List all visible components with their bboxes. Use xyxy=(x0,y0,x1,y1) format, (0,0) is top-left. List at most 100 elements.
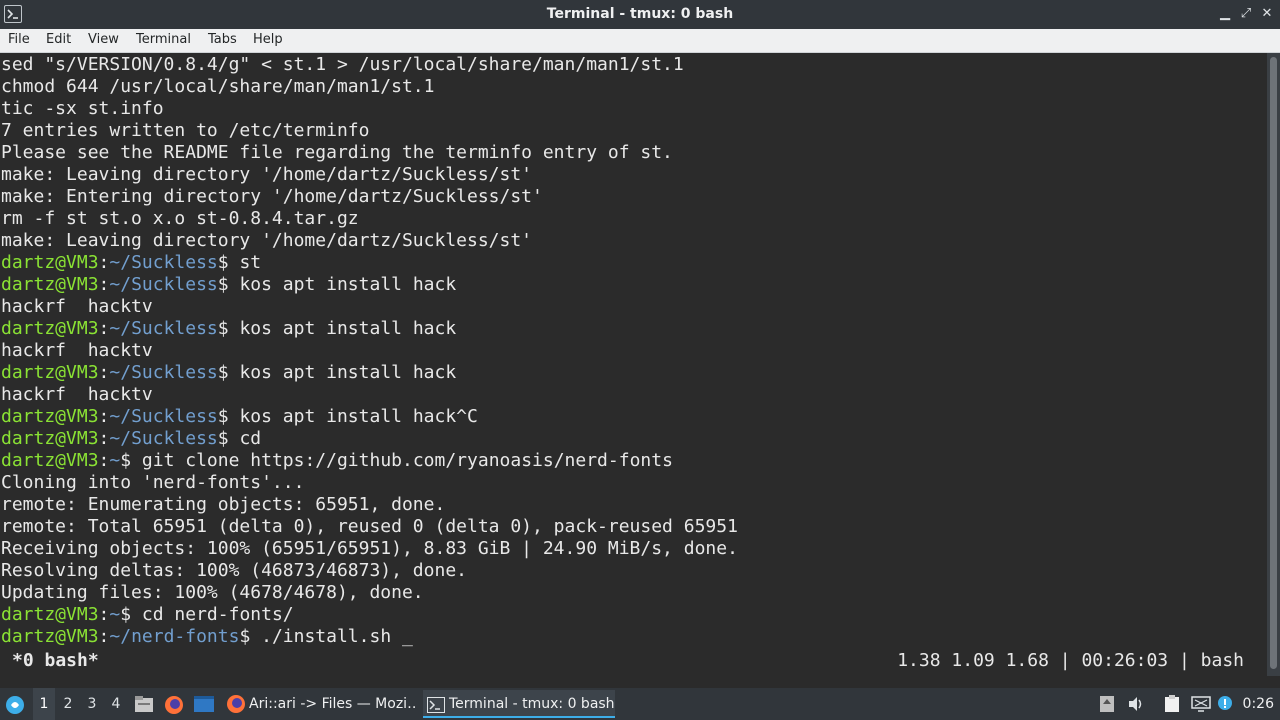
prompt-user: dartz@VM3 xyxy=(1,626,99,647)
terminal-output-line: Receiving objects: 100% (65951/65951), 8… xyxy=(1,538,738,559)
prompt-path: ~/Suckless xyxy=(109,252,218,273)
prompt-path: ~ xyxy=(109,450,121,471)
tmux-status-bar: *0 bash* 1.38 1.09 1.68 | 00:26:03 | bas… xyxy=(0,650,1267,672)
prompt-command: $ st xyxy=(217,252,262,273)
minimize-icon[interactable]: ▁ xyxy=(1216,5,1234,23)
prompt-path: ~/Suckless xyxy=(109,428,218,449)
volume-icon[interactable] xyxy=(1127,695,1145,717)
terminal-output-line: remote: Enumerating objects: 65951, done… xyxy=(1,494,446,515)
tmux-status-right: 1.38 1.09 1.68 | 00:26:03 | bash xyxy=(897,650,1244,671)
task-terminal[interactable]: Terminal - tmux: 0 bash xyxy=(423,690,615,718)
terminal-output-line: Please see the README file regarding the… xyxy=(1,142,673,163)
menu-tabs[interactable]: Tabs xyxy=(208,32,237,47)
menu-file[interactable]: File xyxy=(8,32,30,47)
prompt-command: $ cd nerd-fonts/ xyxy=(120,604,294,625)
terminal-icon xyxy=(427,695,445,716)
prompt-command: $ git clone https://github.com/ryanoasis… xyxy=(120,450,673,471)
prompt-command: $ ./install.sh _ xyxy=(239,626,413,647)
window-icon[interactable] xyxy=(193,695,215,717)
menu-bar: File Edit View Terminal Tabs Help xyxy=(0,29,1280,53)
clock[interactable]: 0:26 xyxy=(1243,688,1274,720)
terminal-prompt-line: dartz@VM3:~/Suckless$ kos apt install ha… xyxy=(1,406,478,428)
prompt-user: dartz@VM3 xyxy=(1,406,99,427)
prompt-command: $ kos apt install hack xyxy=(217,318,457,339)
prompt-path: ~/Suckless xyxy=(109,362,218,383)
prompt-command: $ cd xyxy=(217,428,262,449)
terminal-output-line: rm -f st st.o x.o st-0.8.4.tar.gz xyxy=(1,208,359,229)
terminal-output-line: Resolving deltas: 100% (46873/46873), do… xyxy=(1,560,467,581)
app-menu-icon[interactable] xyxy=(5,695,25,719)
notification-icon[interactable] xyxy=(1217,695,1233,717)
prompt-path: ~/nerd-fonts xyxy=(109,626,240,647)
terminal-output-line: Updating files: 100% (4678/4678), done. xyxy=(1,582,424,603)
prompt-separator: : xyxy=(98,450,110,471)
workspace-3[interactable]: 3 xyxy=(81,688,103,720)
terminal-output-line: remote: Total 65951 (delta 0), reused 0 … xyxy=(1,516,738,537)
menu-view[interactable]: View xyxy=(88,32,119,47)
prompt-user: dartz@VM3 xyxy=(1,428,99,449)
task-firefox[interactable]: Ari::ari -> Files — Mozi… xyxy=(222,690,418,718)
maximize-icon[interactable]: ⤢ xyxy=(1237,5,1255,23)
prompt-separator: : xyxy=(98,318,110,339)
prompt-separator: : xyxy=(98,406,110,427)
prompt-user: dartz@VM3 xyxy=(1,318,99,339)
prompt-separator: : xyxy=(98,362,110,383)
window-title: Terminal - tmux: 0 bash xyxy=(546,6,734,22)
prompt-user: dartz@VM3 xyxy=(1,252,99,273)
terminal-prompt-line: dartz@VM3:~$ git clone https://github.co… xyxy=(1,450,673,472)
menu-edit[interactable]: Edit xyxy=(46,32,71,47)
prompt-separator: : xyxy=(98,604,110,625)
prompt-path: ~/Suckless xyxy=(109,318,218,339)
terminal-prompt-line: dartz@VM3:~/Suckless$ kos apt install ha… xyxy=(1,318,456,340)
terminal-output[interactable]: sed "s/VERSION/0.8.4/g" < st.1 > /usr/lo… xyxy=(0,53,1267,676)
terminal-output-line: hackrf hacktv xyxy=(1,384,153,405)
close-icon[interactable]: ✕ xyxy=(1258,5,1276,23)
window-titlebar[interactable]: Terminal - tmux: 0 bash ▁ ⤢ ✕ xyxy=(0,0,1280,30)
prompt-separator: : xyxy=(98,428,110,449)
terminal-prompt-line: dartz@VM3:~/Suckless$ kos apt install ha… xyxy=(1,274,456,296)
prompt-separator: : xyxy=(98,274,110,295)
menu-terminal[interactable]: Terminal xyxy=(136,32,191,47)
prompt-command: $ kos apt install hack xyxy=(217,362,457,383)
terminal-prompt-line: dartz@VM3:~$ cd nerd-fonts/ xyxy=(1,604,294,626)
workspace-4[interactable]: 4 xyxy=(105,688,127,720)
firefox-icon[interactable] xyxy=(164,695,184,719)
workspace-1[interactable]: 1 xyxy=(33,688,55,720)
menu-help[interactable]: Help xyxy=(253,32,283,47)
prompt-command: $ kos apt install hack xyxy=(217,274,457,295)
terminal-output-line: 7 entries written to /etc/terminfo xyxy=(1,120,370,141)
terminal-output-line: hackrf hacktv xyxy=(1,296,153,317)
network-icon[interactable] xyxy=(1191,695,1211,717)
prompt-user: dartz@VM3 xyxy=(1,450,99,471)
prompt-path: ~ xyxy=(109,604,121,625)
terminal-prompt-line: dartz@VM3:~/Suckless$ cd xyxy=(1,428,261,450)
terminal-output-line: sed "s/VERSION/0.8.4/g" < st.1 > /usr/lo… xyxy=(1,54,684,75)
prompt-user: dartz@VM3 xyxy=(1,274,99,295)
terminal-prompt-line: dartz@VM3:~/Suckless$ kos apt install ha… xyxy=(1,362,456,384)
upload-icon[interactable] xyxy=(1099,695,1115,717)
prompt-separator: : xyxy=(98,252,110,273)
tmux-window-label[interactable]: *0 bash* xyxy=(12,650,99,672)
prompt-separator: : xyxy=(98,626,110,647)
prompt-user: dartz@VM3 xyxy=(1,362,99,383)
taskbar: 1 2 3 4 Ari::ari -> Files — Mozi… Termin… xyxy=(0,688,1280,720)
prompt-user: dartz@VM3 xyxy=(1,604,99,625)
file-manager-icon[interactable] xyxy=(134,695,154,717)
terminal-output-line: make: Entering directory '/home/dartz/Su… xyxy=(1,186,543,207)
firefox-icon xyxy=(226,694,246,718)
terminal-output-line: chmod 644 /usr/local/share/man/man1/st.1 xyxy=(1,76,435,97)
terminal-output-line: hackrf hacktv xyxy=(1,340,153,361)
terminal-output-line: make: Leaving directory '/home/dartz/Suc… xyxy=(1,230,533,251)
task-label: Terminal - tmux: 0 bash xyxy=(449,696,615,712)
prompt-path: ~/Suckless xyxy=(109,406,218,427)
clipboard-icon[interactable] xyxy=(1163,695,1181,717)
scrollbar-thumb[interactable] xyxy=(1270,57,1277,669)
terminal-output-line: make: Leaving directory '/home/dartz/Suc… xyxy=(1,164,533,185)
workspace-2[interactable]: 2 xyxy=(57,688,79,720)
task-label: Ari::ari -> Files — Mozi… xyxy=(249,696,418,712)
terminal-prompt-line: dartz@VM3:~/nerd-fonts$ ./install.sh _ xyxy=(1,626,413,648)
terminal-scrollbar[interactable] xyxy=(1267,53,1280,676)
terminal-output-line: Cloning into 'nerd-fonts'... xyxy=(1,472,305,493)
terminal-prompt-line: dartz@VM3:~/Suckless$ st xyxy=(1,252,261,274)
terminal-output-line: tic -sx st.info xyxy=(1,98,164,119)
